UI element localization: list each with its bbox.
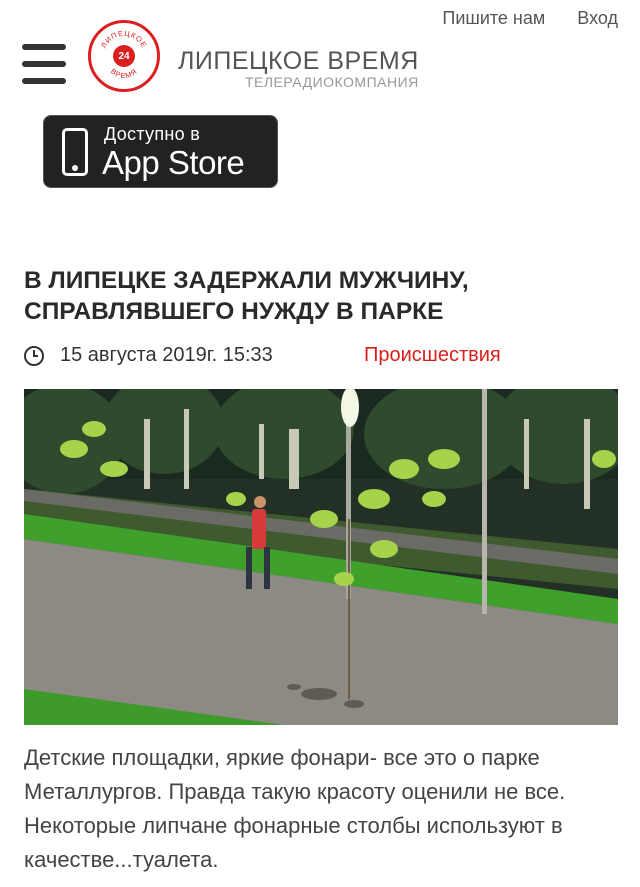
- article-date: 15 августа 2019г. 15:33: [60, 344, 273, 366]
- brand-subtitle: ТЕЛЕРАДИОКОМПАНИЯ: [244, 74, 419, 90]
- logo[interactable]: ЛИПЕЦКОЕ ВРЕМЯ 24: [88, 20, 160, 92]
- header: ЛИПЕЦКОЕ ВРЕМЯ 24 ЛИПЕЦКОЕ ВРЕМЯ ТЕЛЕРАД…: [22, 20, 640, 100]
- logo-ring-icon: ЛИПЕЦКОЕ ВРЕМЯ: [99, 29, 149, 81]
- app-store-small-text: Доступно в: [104, 124, 201, 144]
- phone-icon: [62, 128, 88, 176]
- article-lead: Детские площадки, яркие фонари- все это …: [24, 745, 566, 872]
- hamburger-icon[interactable]: [22, 44, 66, 84]
- app-store-big-text: App Store: [102, 144, 245, 181]
- brand-name: ЛИПЕЦКОЕ ВРЕМЯ: [178, 47, 419, 75]
- brand[interactable]: ЛИПЕЦКОЕ ВРЕМЯ ТЕЛЕРАДИОКОМПАНИЯ: [178, 47, 419, 90]
- article-meta: 15 августа 2019г. 15:33 Происшествия: [24, 344, 501, 367]
- article-category-link[interactable]: Происшествия: [364, 344, 501, 367]
- clock-icon: [24, 345, 44, 366]
- park-night-photo: [24, 389, 618, 725]
- article-photo[interactable]: [24, 389, 618, 725]
- app-store-badge[interactable]: Доступно в App Store: [43, 115, 278, 188]
- svg-text:ЛИПЕЦКОЕ: ЛИПЕЦКОЕ: [99, 29, 149, 50]
- article-title: В Липецке задержали мужчину, справлявшег…: [24, 267, 469, 325]
- svg-text:ВРЕМЯ: ВРЕМЯ: [109, 67, 139, 81]
